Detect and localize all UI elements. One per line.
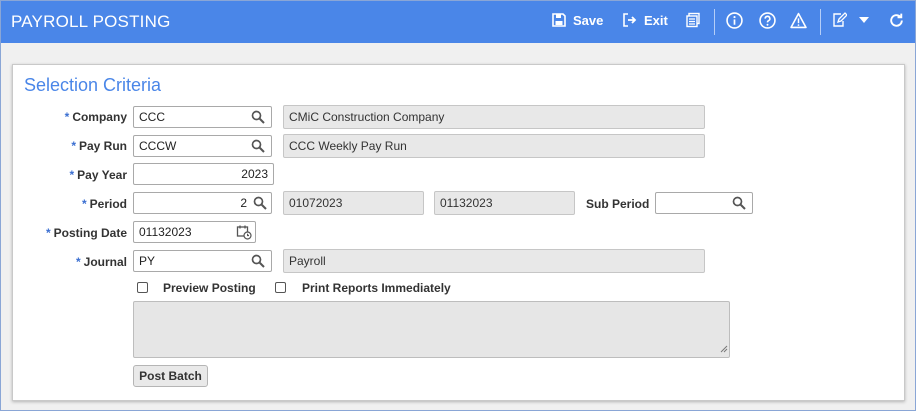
section-title: Selection Criteria [24, 75, 162, 95]
sub-period-label: Sub Period [586, 197, 650, 211]
search-icon[interactable] [251, 139, 267, 155]
warning-button[interactable] [790, 12, 807, 29]
company-label: * Company [64, 110, 127, 124]
calendar-icon[interactable] [236, 224, 252, 240]
pay-run-label: * Pay Run [71, 139, 127, 153]
company-description: CMiC Construction Company [283, 105, 705, 129]
period-label: * Period [81, 197, 127, 211]
output-textarea[interactable] [133, 301, 730, 358]
more-dropdown-button[interactable] [859, 16, 869, 24]
info-icon [726, 12, 743, 29]
print-reports-label: Print Reports Immediately [302, 281, 451, 295]
save-button[interactable]: Save [551, 12, 603, 28]
preview-posting-label: Preview Posting [163, 281, 256, 295]
refresh-icon [888, 12, 905, 29]
posting-date-input[interactable]: 01132023 [133, 221, 256, 243]
period-start-date: 01072023 [283, 191, 424, 215]
journal-input[interactable]: PY [133, 250, 272, 272]
sub-period-input[interactable] [655, 192, 753, 214]
save-label: Save [573, 12, 604, 28]
journal-description: Payroll [283, 249, 705, 273]
post-batch-button[interactable]: Post Batch [133, 365, 208, 387]
search-icon[interactable] [732, 196, 748, 212]
preview-posting-checkbox[interactable] [137, 282, 148, 293]
pay-run-input[interactable]: CCCW [133, 135, 272, 157]
reports-button[interactable] [685, 12, 701, 28]
selection-criteria-panel: Selection Criteria * Company CCC CMiC Con… [12, 64, 905, 401]
edit-note-button[interactable] [831, 12, 847, 28]
print-reports-checkbox[interactable] [275, 282, 286, 293]
search-icon[interactable] [251, 254, 267, 270]
exit-label: Exit [644, 12, 668, 28]
toolbar-divider [714, 9, 715, 35]
required-marker: * [64, 110, 70, 124]
dropdown-arrow-icon [859, 16, 869, 24]
info-button[interactable] [726, 12, 743, 29]
edit-note-icon [831, 12, 847, 28]
exit-button[interactable]: Exit [622, 12, 668, 28]
resize-grip-icon[interactable] [720, 342, 728, 356]
refresh-button[interactable] [888, 12, 905, 29]
help-button[interactable] [759, 12, 776, 29]
period-end-date: 01132023 [434, 191, 575, 215]
app-window: PAYROLL POSTING Save Exit Selection Crit… [0, 0, 916, 411]
pay-year-input[interactable]: 2023 [133, 163, 274, 185]
posting-date-label: * Posting Date [45, 226, 127, 240]
company-input[interactable]: CCC [133, 106, 272, 128]
pay-year-label: * Pay Year [69, 168, 128, 182]
save-icon [551, 12, 567, 28]
exit-icon [622, 12, 638, 28]
app-title: PAYROLL POSTING [11, 12, 171, 31]
app-header: PAYROLL POSTING Save Exit [1, 1, 915, 43]
period-input[interactable]: 2 [133, 192, 272, 214]
toolbar-divider [820, 9, 821, 35]
warning-icon [790, 12, 807, 29]
search-icon[interactable] [251, 196, 267, 212]
help-icon [759, 12, 776, 29]
reports-icon [685, 12, 701, 28]
journal-label: * Journal [75, 255, 127, 269]
search-icon[interactable] [251, 110, 267, 126]
pay-run-description: CCC Weekly Pay Run [283, 134, 705, 158]
